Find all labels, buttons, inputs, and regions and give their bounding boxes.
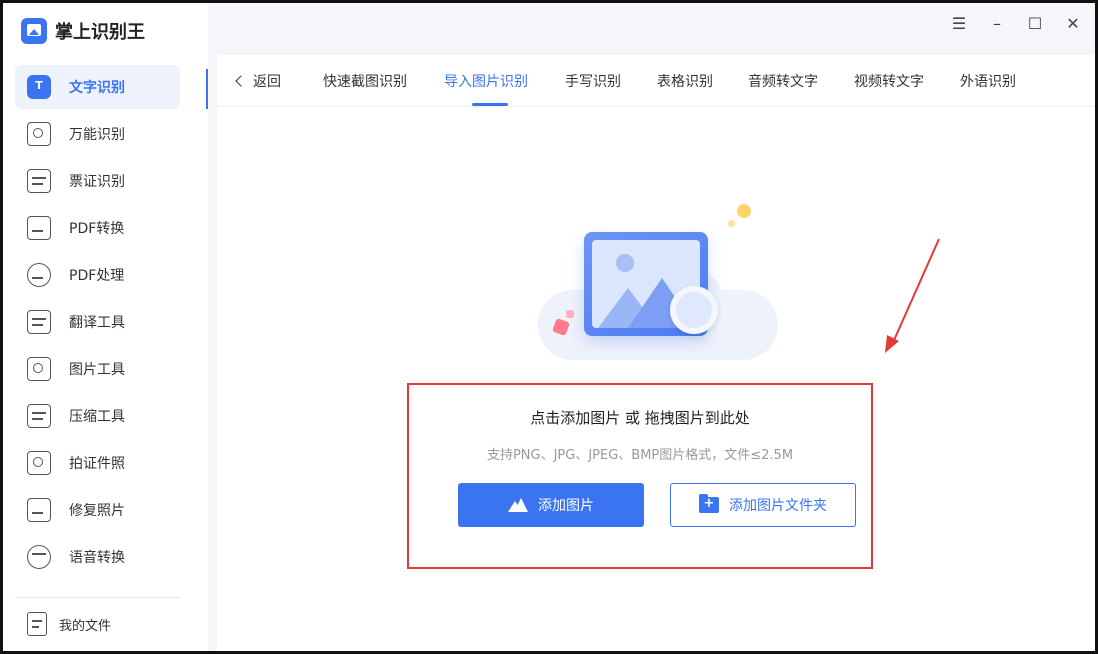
magnifier-icon (670, 286, 718, 334)
main-panel: 返回 快速截图识别 导入图片识别 手写识别 表格识别 音频转文字 视频转文字 外… (217, 55, 1095, 651)
brand: 掌上识别王 (21, 17, 145, 45)
folder-add-icon (699, 494, 719, 513)
id-photo-icon (27, 451, 51, 475)
pdf-convert-icon (27, 216, 51, 240)
sidebar-item-label: 文字识别 (69, 80, 125, 96)
photo-repair-icon (27, 498, 51, 522)
add-image-label: 添加图片 (538, 498, 594, 514)
file-icon (27, 612, 47, 636)
annotation-arrow (885, 238, 940, 353)
maximize-icon[interactable]: ☐ (1027, 13, 1043, 33)
sidebar-item-universal[interactable]: 万能识别 (15, 112, 180, 156)
sidebar-item-compress[interactable]: 压缩工具 (15, 394, 180, 438)
sidebar-nav: 文字识别 万能识别 票证识别 PDF转换 PDF处理 翻译工具 (15, 65, 180, 582)
sidebar-item-text-recognition[interactable]: 文字识别 (15, 65, 180, 109)
sidebar-divider (15, 597, 180, 598)
upload-title: 点击添加图片 或 拖拽图片到此处 (530, 409, 750, 427)
image-icon (508, 498, 528, 512)
sidebar-item-voice[interactable]: 语音转换 (15, 535, 180, 579)
sidebar-item-pdf-process[interactable]: PDF处理 (15, 253, 180, 297)
add-folder-label: 添加图片文件夹 (729, 498, 827, 514)
menu-icon[interactable]: ☰ (951, 13, 967, 33)
voice-icon (27, 545, 51, 569)
sidebar: 掌上识别王 文字识别 万能识别 票证识别 PDF转换 PDF处理 (3, 3, 208, 651)
decor-gem (566, 310, 574, 318)
sidebar-item-id-photo[interactable]: 拍证件照 (15, 441, 180, 485)
add-image-button[interactable]: 添加图片 (458, 483, 644, 527)
back-label: 返回 (253, 74, 281, 90)
tab-foreign-language[interactable]: 外语识别 (960, 71, 1016, 91)
upload-dropzone[interactable]: 点击添加图片 或 拖拽图片到此处 支持PNG、JPG、JPEG、BMP图片格式，… (407, 383, 873, 569)
compress-icon (27, 404, 51, 428)
tab-bar: 返回 快速截图识别 导入图片识别 手写识别 表格识别 音频转文字 视频转文字 外… (217, 55, 1095, 107)
sidebar-item-label: 图片工具 (69, 362, 125, 378)
chevron-left-icon (235, 75, 247, 87)
decor-dot (737, 204, 751, 218)
tab-handwriting[interactable]: 手写识别 (565, 71, 621, 91)
sidebar-item-label: 票证识别 (69, 174, 125, 190)
decor-dot (728, 220, 735, 227)
sidebar-item-photo-repair[interactable]: 修复照片 (15, 488, 180, 532)
upload-illustration (532, 200, 782, 370)
tab-table[interactable]: 表格识别 (657, 71, 713, 91)
picture-sun (616, 254, 634, 272)
sidebar-item-label: PDF转换 (69, 221, 125, 237)
sidebar-item-label: 万能识别 (69, 127, 125, 143)
image-tool-icon (27, 357, 51, 381)
pdf-process-icon (27, 263, 51, 287)
minimize-icon[interactable]: – (989, 13, 1005, 33)
sidebar-scrollbar[interactable] (206, 69, 208, 109)
back-button[interactable]: 返回 (235, 71, 281, 91)
text-recognition-icon (27, 75, 51, 99)
add-folder-button[interactable]: 添加图片文件夹 (670, 483, 856, 527)
sidebar-item-image-tool[interactable]: 图片工具 (15, 347, 180, 391)
tab-audio-to-text[interactable]: 音频转文字 (748, 71, 818, 91)
sidebar-item-label: 语音转换 (69, 550, 125, 566)
app-title: 掌上识别王 (55, 22, 145, 43)
active-tab-indicator (472, 103, 508, 106)
window-controls: ☰ – ☐ ✕ (951, 13, 1081, 33)
sidebar-item-label: 压缩工具 (69, 409, 125, 425)
universal-scan-icon (27, 122, 51, 146)
sidebar-item-translate[interactable]: 翻译工具 (15, 300, 180, 344)
sidebar-item-label: 拍证件照 (69, 456, 125, 472)
tab-import-image[interactable]: 导入图片识别 (444, 71, 528, 91)
my-files-link[interactable]: 我的文件 (27, 611, 111, 637)
tab-video-to-text[interactable]: 视频转文字 (854, 71, 924, 91)
app-logo-icon (21, 18, 47, 44)
upload-hint: 支持PNG、JPG、JPEG、BMP图片格式，文件≤2.5M (486, 448, 794, 463)
app-window: 掌上识别王 文字识别 万能识别 票证识别 PDF转换 PDF处理 (0, 0, 1098, 654)
close-icon[interactable]: ✕ (1065, 13, 1081, 33)
ticket-icon (27, 169, 51, 193)
translate-icon (27, 310, 51, 334)
sidebar-item-label: PDF处理 (69, 268, 125, 284)
sidebar-item-pdf-convert[interactable]: PDF转换 (15, 206, 180, 250)
tab-quick-screenshot[interactable]: 快速截图识别 (323, 71, 407, 91)
sidebar-item-ticket[interactable]: 票证识别 (15, 159, 180, 203)
my-files-label: 我的文件 (59, 618, 112, 634)
sidebar-item-label: 翻译工具 (69, 315, 125, 331)
sidebar-item-label: 修复照片 (69, 503, 125, 519)
